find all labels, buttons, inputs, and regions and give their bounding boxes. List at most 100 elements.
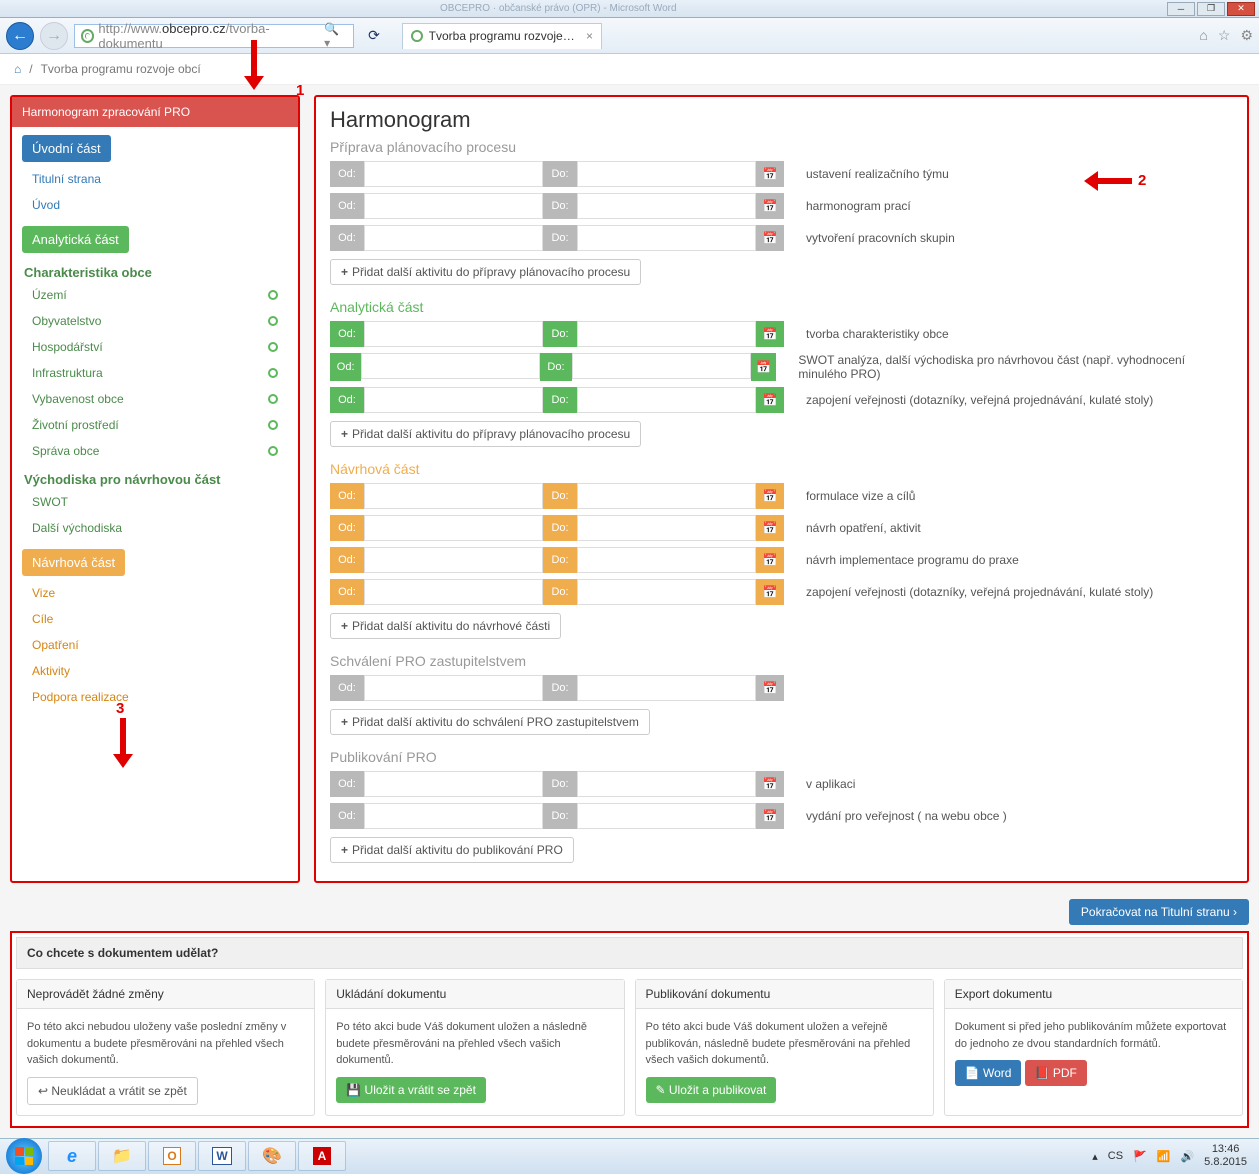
input-do[interactable] xyxy=(577,483,756,509)
tray-clock[interactable]: 13:46 5.8.2015 xyxy=(1204,1143,1253,1169)
sidebar-item-navrh-3[interactable]: Aktivity xyxy=(12,658,298,684)
section-title-0: Příprava plánovacího procesu xyxy=(330,139,1233,155)
calendar-icon[interactable]: 📅 xyxy=(751,353,777,381)
export-word-button[interactable]: 📄 Word xyxy=(955,1060,1022,1086)
sidebar-item-navrh-1[interactable]: Cíle xyxy=(12,606,298,632)
address-bar[interactable]: http://www.obcepro.cz/tvorba-dokumentu 🔍… xyxy=(74,24,354,48)
calendar-icon[interactable]: 📅 xyxy=(756,225,784,251)
input-do[interactable] xyxy=(577,675,756,701)
add-activity-button-2[interactable]: Přidat další aktivitu do návrhové části xyxy=(330,613,561,639)
card-action-button-0[interactable]: ↩ Neukládat a vrátit se zpět xyxy=(27,1077,198,1105)
sidebar-item-dalsi[interactable]: Další východiska xyxy=(12,515,298,541)
calendar-icon[interactable]: 📅 xyxy=(756,193,784,219)
home-icon[interactable]: ⌂ xyxy=(1199,27,1207,44)
input-od[interactable] xyxy=(364,515,543,541)
add-activity-button-4[interactable]: Přidat další aktivitu do publikování PRO xyxy=(330,837,574,863)
input-do[interactable] xyxy=(577,579,756,605)
sidebar-item-navrh-2[interactable]: Opatření xyxy=(12,632,298,658)
refresh-button[interactable]: ⟳ xyxy=(360,22,388,50)
favorites-icon[interactable]: ☆ xyxy=(1218,27,1231,44)
calendar-icon[interactable]: 📅 xyxy=(756,579,784,605)
input-do[interactable] xyxy=(577,225,756,251)
sidebar-badge-analytic[interactable]: Analytická část xyxy=(22,226,129,253)
sidebar-item-char-2[interactable]: Hospodářství xyxy=(12,334,298,360)
tools-icon[interactable]: ⚙ xyxy=(1240,27,1253,44)
tray-lang[interactable]: CS xyxy=(1108,1150,1123,1162)
browser-tab[interactable]: Tvorba programu rozvoje o... × xyxy=(402,23,602,49)
schedule-row: Od:Do:📅 xyxy=(330,675,1233,701)
tray-volume-icon[interactable]: 🔊 xyxy=(1180,1150,1194,1163)
sidebar-item-navrh-0[interactable]: Vize xyxy=(12,580,298,606)
calendar-icon[interactable]: 📅 xyxy=(756,161,784,187)
calendar-icon[interactable]: 📅 xyxy=(756,515,784,541)
calendar-icon[interactable]: 📅 xyxy=(756,387,784,413)
taskbar-ie-icon[interactable]: e xyxy=(48,1141,96,1171)
input-do[interactable] xyxy=(577,193,756,219)
taskbar-acrobat-icon[interactable]: A xyxy=(298,1141,346,1171)
sidebar-item-char-5[interactable]: Životní prostředí xyxy=(12,412,298,438)
start-button[interactable] xyxy=(6,1138,42,1174)
search-affordance[interactable]: 🔍 ▾ xyxy=(324,22,347,50)
close-button[interactable]: ✕ xyxy=(1227,2,1255,16)
sidebar-item-char-6[interactable]: Správa obce xyxy=(12,438,298,464)
sidebar-badge-intro[interactable]: Úvodní část xyxy=(22,135,111,162)
input-od[interactable] xyxy=(364,483,543,509)
back-button[interactable]: ← xyxy=(6,22,34,50)
input-od[interactable] xyxy=(364,579,543,605)
add-activity-button-3[interactable]: Přidat další aktivitu do schválení PRO z… xyxy=(330,709,650,735)
calendar-icon[interactable]: 📅 xyxy=(756,771,784,797)
continue-button[interactable]: Pokračovat na Titulní stranu › xyxy=(1069,899,1249,925)
input-od[interactable] xyxy=(364,675,543,701)
breadcrumb-home-icon[interactable]: ⌂ xyxy=(14,62,21,76)
export-pdf-button[interactable]: 📕 PDF xyxy=(1025,1060,1087,1086)
input-do[interactable] xyxy=(577,515,756,541)
input-do[interactable] xyxy=(577,387,756,413)
input-od[interactable] xyxy=(364,193,543,219)
sidebar-item-swot[interactable]: SWOT xyxy=(12,489,298,515)
sidebar-item-titulni[interactable]: Titulní strana xyxy=(12,166,298,192)
input-od[interactable] xyxy=(364,387,543,413)
taskbar-explorer-icon[interactable]: 📁 xyxy=(98,1141,146,1171)
input-od[interactable] xyxy=(364,161,543,187)
input-do[interactable] xyxy=(577,771,756,797)
input-od[interactable] xyxy=(364,771,543,797)
add-activity-button-0[interactable]: Přidat další aktivitu do přípravy plánov… xyxy=(330,259,641,285)
input-od[interactable] xyxy=(364,321,543,347)
add-activity-button-1[interactable]: Přidat další aktivitu do přípravy plánov… xyxy=(330,421,641,447)
taskbar-paint-icon[interactable]: 🎨 xyxy=(248,1141,296,1171)
input-od[interactable] xyxy=(364,225,543,251)
tray-chevron-icon[interactable]: ▴ xyxy=(1092,1150,1098,1163)
minimize-button[interactable]: ─ xyxy=(1167,2,1195,16)
sidebar-item-char-1[interactable]: Obyvatelstvo xyxy=(12,308,298,334)
tray-network-icon[interactable]: 📶 xyxy=(1157,1150,1171,1163)
card-text: Po této akci bude Váš dokument uložen a … xyxy=(336,1019,613,1069)
forward-button[interactable]: → xyxy=(40,22,68,50)
input-od[interactable] xyxy=(361,353,540,379)
sidebar-item-uvod[interactable]: Úvod xyxy=(12,192,298,218)
input-do[interactable] xyxy=(577,161,756,187)
input-do[interactable] xyxy=(572,353,751,379)
maximize-button[interactable]: ❐ xyxy=(1197,2,1225,16)
calendar-icon[interactable]: 📅 xyxy=(756,483,784,509)
sidebar-item-navrh-4[interactable]: Podpora realizace xyxy=(12,684,298,710)
card-action-button-2[interactable]: ✎ Uložit a publikovat xyxy=(646,1077,777,1103)
sidebar-badge-navrh[interactable]: Návrhová část xyxy=(22,549,125,576)
input-od[interactable] xyxy=(364,547,543,573)
tab-close-icon[interactable]: × xyxy=(586,29,593,43)
input-do[interactable] xyxy=(577,547,756,573)
calendar-icon[interactable]: 📅 xyxy=(756,547,784,573)
input-od[interactable] xyxy=(364,803,543,829)
calendar-icon[interactable]: 📅 xyxy=(756,803,784,829)
taskbar-outlook-icon[interactable]: O xyxy=(148,1141,196,1171)
tray-flag-icon[interactable]: 🚩 xyxy=(1133,1150,1147,1163)
breadcrumb-text[interactable]: Tvorba programu rozvoje obcí xyxy=(41,62,201,76)
input-do[interactable] xyxy=(577,321,756,347)
calendar-icon[interactable]: 📅 xyxy=(756,675,784,701)
sidebar-item-char-3[interactable]: Infrastruktura xyxy=(12,360,298,386)
sidebar-item-char-0[interactable]: Území xyxy=(12,282,298,308)
calendar-icon[interactable]: 📅 xyxy=(756,321,784,347)
card-action-button-1[interactable]: 💾 Uložit a vrátit se zpět xyxy=(336,1077,486,1103)
sidebar-item-char-4[interactable]: Vybavenost obce xyxy=(12,386,298,412)
taskbar-word-icon[interactable]: W xyxy=(198,1141,246,1171)
input-do[interactable] xyxy=(577,803,756,829)
